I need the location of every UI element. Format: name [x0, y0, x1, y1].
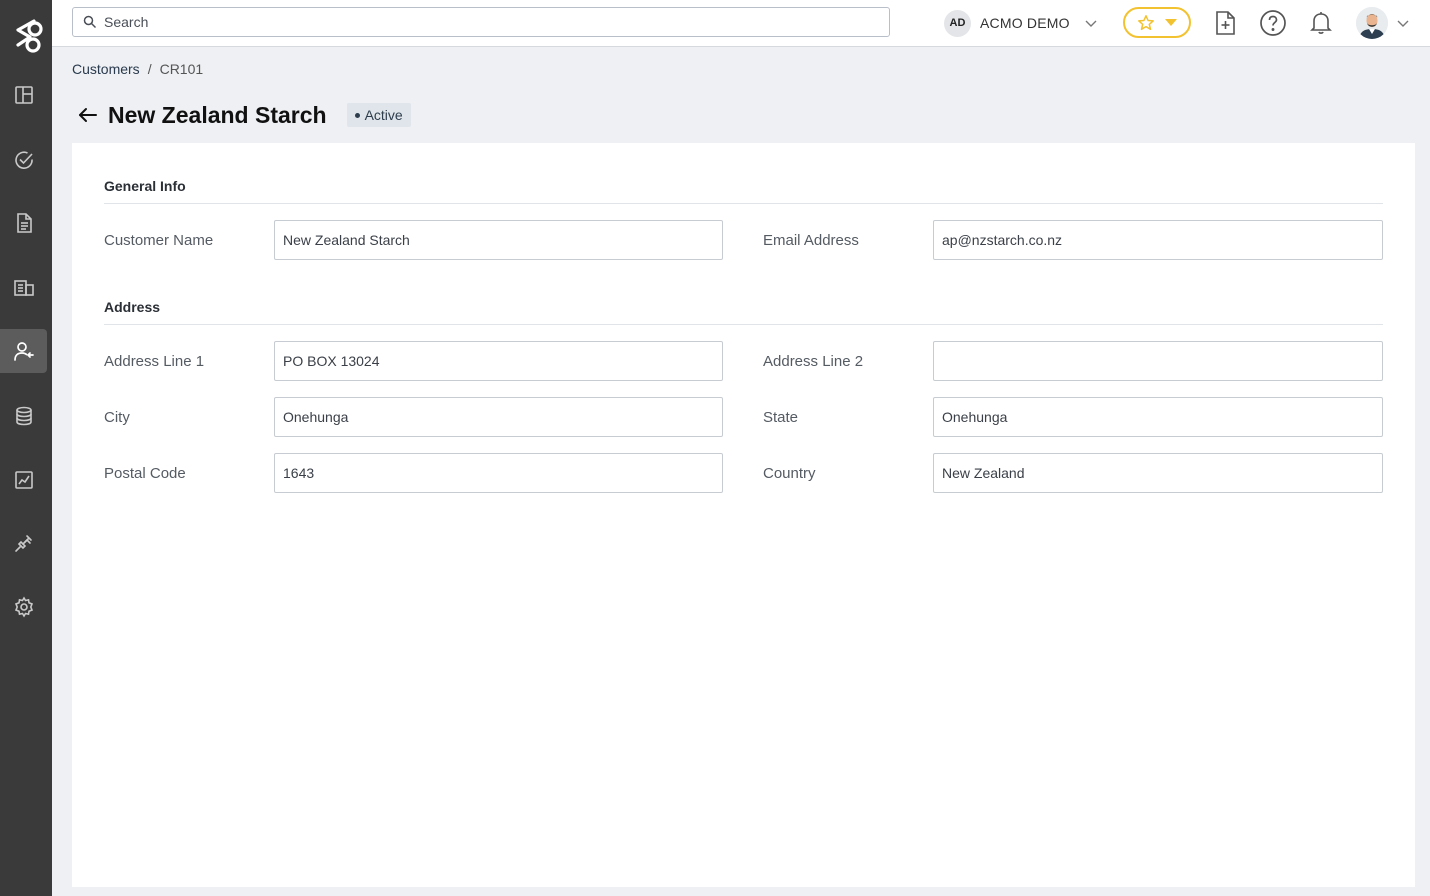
- state-field[interactable]: [933, 397, 1383, 437]
- sidebar-item-customers[interactable]: [0, 329, 47, 373]
- check-circle-icon: [14, 151, 33, 169]
- user-avatar-icon: [1356, 7, 1388, 39]
- email-address-field[interactable]: [933, 220, 1383, 260]
- address-line-1-label: Address Line 1: [104, 353, 205, 370]
- favorites-button[interactable]: [1123, 7, 1191, 38]
- app-logo[interactable]: [8, 15, 44, 55]
- plug-icon: [14, 535, 32, 552]
- page-header: New Zealand Starch Active: [78, 100, 411, 130]
- customers-icon: [13, 342, 34, 361]
- address-line-1-field[interactable]: [274, 341, 723, 381]
- search-input[interactable]: [104, 14, 864, 30]
- section-title-general-info: General Info: [104, 178, 186, 194]
- divider: [104, 324, 1383, 325]
- status-badge: Active: [346, 103, 411, 127]
- search-icon: [83, 15, 97, 29]
- address-line-2-label: Address Line 2: [763, 353, 864, 370]
- building-icon: [13, 280, 34, 296]
- chart-icon: [14, 471, 33, 489]
- customer-name-label: Customer Name: [104, 232, 214, 249]
- customer-name-field[interactable]: [274, 220, 723, 260]
- avatar[interactable]: [1356, 7, 1388, 39]
- address-line-2-field[interactable]: [933, 341, 1383, 381]
- database-icon: [15, 406, 32, 426]
- country-field[interactable]: [933, 453, 1383, 493]
- sidebar-item-settings[interactable]: [0, 585, 47, 629]
- top-bar: AD ACMO DEMO: [52, 0, 1430, 47]
- star-icon: [1138, 14, 1154, 30]
- city-field[interactable]: [274, 397, 723, 437]
- city-label: City: [104, 409, 130, 426]
- breadcrumb-separator: /: [147, 61, 152, 77]
- chevron-down-icon[interactable]: [1396, 16, 1410, 30]
- postal-code-field[interactable]: [274, 453, 723, 493]
- caret-down-icon: [1165, 18, 1177, 26]
- section-title-address: Address: [104, 299, 161, 315]
- postal-code-label: Postal Code: [104, 465, 186, 482]
- org-avatar: AD: [944, 9, 971, 37]
- sidebar-item-integrations[interactable]: [0, 521, 47, 565]
- email-address-label: Email Address: [763, 232, 859, 249]
- status-dot: [354, 112, 360, 118]
- breadcrumb-customers-link[interactable]: Customers: [72, 61, 140, 77]
- divider: [104, 203, 1383, 204]
- sidebar-item-reports[interactable]: [0, 458, 47, 502]
- breadcrumb: Customers / CR101: [72, 61, 203, 77]
- help-icon: [1260, 10, 1286, 36]
- back-arrow-icon[interactable]: [78, 105, 98, 125]
- new-document-button[interactable]: [1211, 9, 1239, 37]
- breadcrumb-current: CR101: [159, 61, 204, 77]
- notifications-button[interactable]: [1307, 9, 1335, 37]
- search-box[interactable]: [72, 7, 890, 37]
- document-icon: [16, 213, 32, 233]
- sidebar-item-dashboard[interactable]: [0, 73, 47, 117]
- sidebar-item-data[interactable]: [0, 394, 47, 438]
- page-title: New Zealand Starch: [108, 101, 327, 128]
- sidebar-item-tasks[interactable]: [0, 138, 47, 182]
- dashboard-icon: [14, 86, 33, 104]
- org-switcher[interactable]: AD ACMO DEMO: [944, 9, 1098, 37]
- file-plus-icon: [1216, 11, 1235, 35]
- sidebar: [0, 0, 52, 896]
- customer-details-card: General Info Customer Name Email Address…: [72, 143, 1415, 887]
- status-label: Active: [364, 107, 403, 123]
- help-button[interactable]: [1259, 9, 1287, 37]
- sidebar-item-documents[interactable]: [0, 201, 47, 245]
- state-label: State: [763, 409, 799, 426]
- bell-icon: [1310, 12, 1332, 34]
- country-label: Country: [763, 465, 816, 482]
- settings-icon: [14, 596, 33, 618]
- chevron-down-icon: [1085, 20, 1097, 27]
- sidebar-item-companies[interactable]: [0, 265, 47, 309]
- org-name: ACMO DEMO: [980, 15, 1070, 31]
